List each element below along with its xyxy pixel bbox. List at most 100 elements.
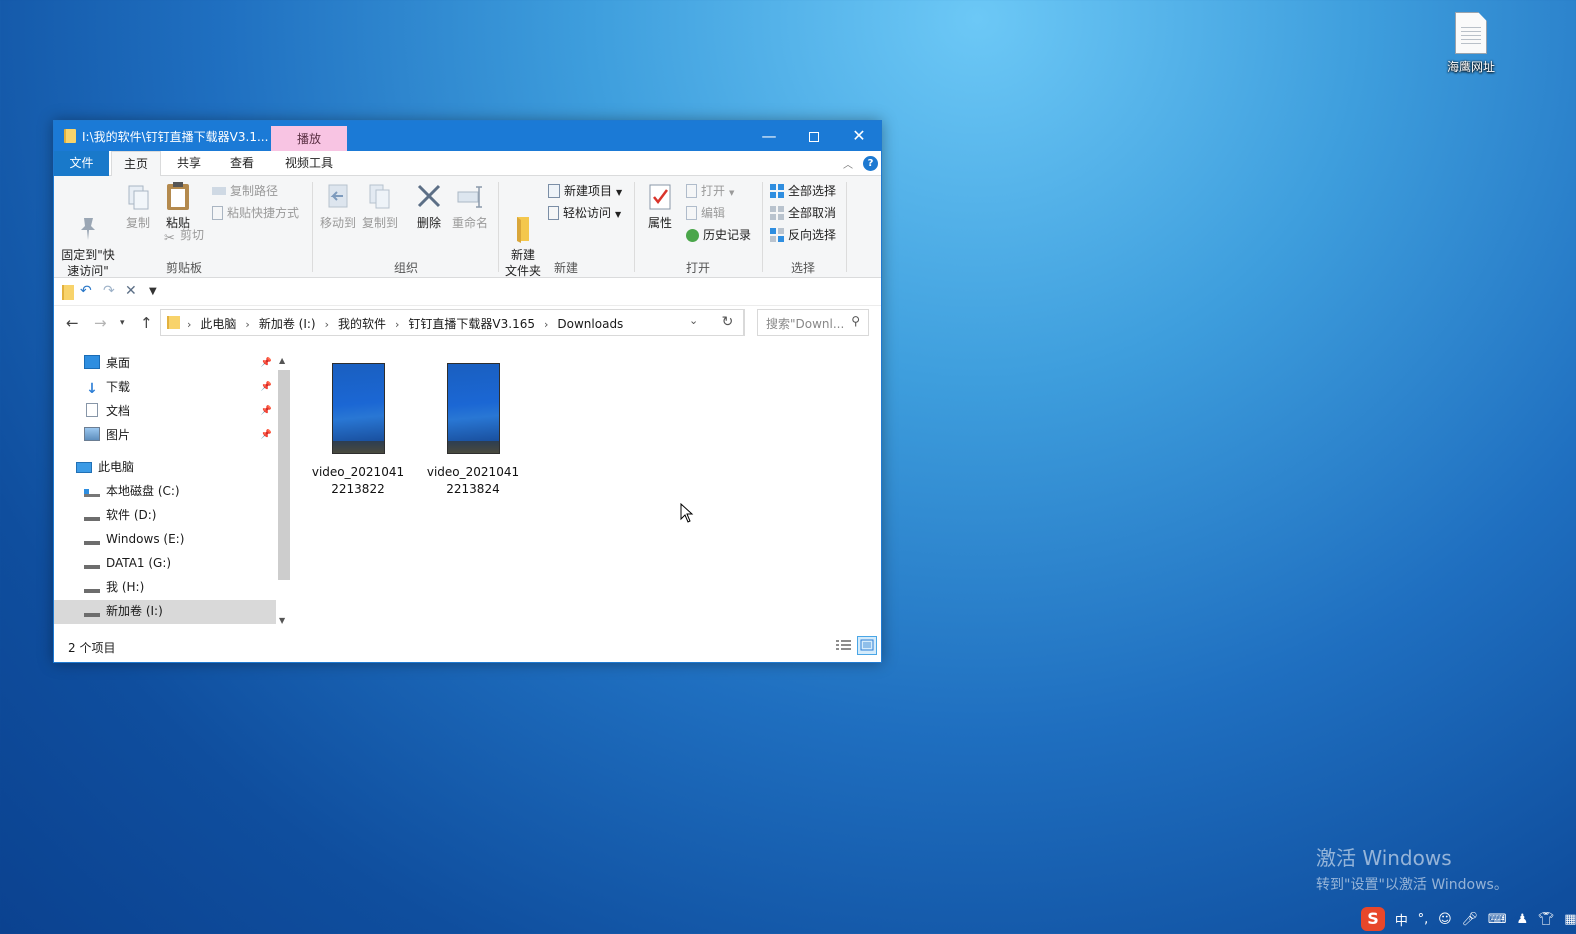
recent-locations-icon[interactable]: ▾: [120, 318, 125, 328]
tab-home[interactable]: 主页: [111, 151, 161, 177]
collapse-ribbon-icon[interactable]: ︿: [843, 156, 853, 171]
nav-item-desktop[interactable]: 桌面 📌: [84, 352, 272, 376]
breadcrumb-separator-icon[interactable]: ›: [187, 318, 191, 331]
move-to-button[interactable]: 移动到: [318, 182, 358, 231]
microphone-icon[interactable]: 🎤︎: [1462, 912, 1479, 927]
rename-button[interactable]: 重命名: [450, 182, 490, 231]
pin-icon[interactable]: 📌: [261, 424, 272, 446]
breadcrumb-this-pc[interactable]: 此电脑: [200, 317, 236, 331]
desktop-shortcut[interactable]: 海鹰网址: [1440, 10, 1502, 75]
group-label-select: 选择: [790, 261, 815, 275]
chevron-down-icon: ▼: [729, 189, 735, 197]
nav-item-downloads[interactable]: ↓ 下载 📌: [84, 376, 272, 400]
breadcrumb-drive[interactable]: 新加卷 (I:): [259, 317, 316, 331]
keyboard-icon[interactable]: ⌨: [1488, 912, 1507, 927]
pin-icon[interactable]: 📌: [261, 352, 272, 374]
pin-icon[interactable]: 📌: [261, 376, 272, 398]
pin-to-quick-access-button[interactable]: 固定到"快 速访问": [60, 182, 116, 279]
undo-icon[interactable]: ↶: [80, 283, 92, 299]
file-item[interactable]: video_2021041 2213824: [419, 363, 527, 498]
open-label: 打开: [701, 184, 726, 198]
paste-button[interactable]: 粘贴: [160, 180, 196, 231]
breadcrumb: › 此电脑 › 新加卷 (I:) › 我的软件 › 钉钉直播下载器V3.165 › Downloa…: [185, 315, 623, 332]
search-input[interactable]: 搜索"Downl... ⚲: [757, 309, 869, 336]
copy-to-button[interactable]: 复制到: [360, 182, 400, 231]
nav-item-drive-c[interactable]: 本地磁盘 (C:): [84, 480, 180, 504]
breadcrumb-separator-icon[interactable]: ›: [245, 318, 249, 331]
pin-icon[interactable]: 📌: [261, 400, 272, 422]
maximize-button[interactable]: [791, 121, 837, 151]
breadcrumb-separator-icon[interactable]: ›: [325, 318, 329, 331]
pictures-icon: [84, 427, 100, 441]
tab-file[interactable]: 文件: [54, 151, 109, 176]
minimize-button[interactable]: —: [746, 121, 792, 151]
edit-button[interactable]: 编辑: [686, 204, 725, 222]
nav-item-drive-g[interactable]: DATA1 (G:): [84, 552, 171, 576]
new-item-button[interactable]: 新建项目 ▼: [548, 182, 622, 200]
folder-icon[interactable]: [62, 285, 74, 300]
paste-shortcut-button[interactable]: 粘贴快捷方式: [212, 204, 299, 222]
refresh-button[interactable]: ↻: [711, 309, 745, 336]
breadcrumb-app-folder[interactable]: 钉钉直播下载器V3.165: [408, 317, 535, 331]
ime-language-toggle[interactable]: 中: [1395, 910, 1408, 929]
breadcrumb-downloads[interactable]: Downloads: [557, 317, 623, 331]
nav-item-network[interactable]: 网络: [84, 624, 130, 628]
file-item[interactable]: video_2021041 2213822: [304, 363, 412, 498]
scroll-up-icon[interactable]: ▲: [279, 356, 285, 365]
redo-icon[interactable]: ↷: [103, 283, 115, 299]
nav-item-pictures[interactable]: 图片 📌: [84, 424, 272, 448]
select-all-button[interactable]: 全部选择: [770, 182, 836, 200]
toolbox-icon[interactable]: 👕︎: [1538, 912, 1555, 927]
details-view-icon[interactable]: [835, 638, 853, 653]
address-bar[interactable]: › 此电脑 › 新加卷 (I:) › 我的软件 › 钉钉直播下载器V3.165 › Downloa…: [160, 309, 744, 336]
properties-button[interactable]: 属性: [642, 182, 678, 231]
drive-icon: [84, 609, 100, 617]
system-drive-icon: [84, 489, 100, 497]
address-history-dropdown-icon[interactable]: ⌄: [689, 314, 698, 327]
nav-item-drive-i[interactable]: 新加卷 (I:): [54, 600, 276, 624]
navigation-pane: 桌面 📌 ↓ 下载 📌 文档 📌 图片 📌 此电脑 本地磁盘 (C:) 软件 (…: [54, 342, 276, 628]
context-tab-play[interactable]: 播放: [271, 126, 347, 152]
copy-button[interactable]: 复制: [120, 182, 156, 231]
copy-path-button[interactable]: 复制路径: [212, 182, 278, 200]
easy-access-button[interactable]: 轻松访问 ▼: [548, 204, 621, 222]
watermark-title: 激活 Windows: [1316, 846, 1452, 870]
nav-item-drive-d[interactable]: 软件 (D:): [84, 504, 156, 528]
delete-icon[interactable]: ✕: [125, 283, 137, 299]
emoji-icon[interactable]: ☺: [1438, 912, 1452, 927]
delete-button[interactable]: 删除: [410, 182, 448, 231]
breadcrumb-separator-icon[interactable]: ›: [544, 318, 548, 331]
large-icons-view-icon[interactable]: [857, 636, 877, 655]
history-button[interactable]: 历史记录: [686, 226, 751, 244]
back-icon[interactable]: ←: [66, 314, 79, 332]
scroll-down-icon[interactable]: ▼: [279, 616, 285, 625]
nav-item-drive-h[interactable]: 我 (H:): [84, 576, 144, 600]
up-icon[interactable]: ↑: [140, 314, 153, 332]
close-button[interactable]: ✕: [836, 121, 882, 151]
customize-toolbar-icon[interactable]: ▼: [149, 286, 157, 297]
tab-view[interactable]: 查看: [217, 151, 267, 176]
new-item-label: 新建项目: [564, 184, 613, 198]
skin-icon[interactable]: ♟: [1516, 912, 1528, 927]
grid-menu-icon[interactable]: ▦: [1564, 912, 1576, 927]
tab-share[interactable]: 共享: [164, 151, 214, 176]
nav-pane-scrollbar[interactable]: ▲ ▼: [276, 354, 292, 630]
forward-icon[interactable]: →: [94, 314, 107, 332]
desktop-icon: [84, 355, 100, 369]
open-button[interactable]: 打开 ▼: [686, 182, 734, 200]
select-none-button[interactable]: 全部取消: [770, 204, 836, 222]
nav-item-this-pc[interactable]: 此电脑: [76, 456, 134, 480]
nav-item-drive-e[interactable]: Windows (E:): [84, 528, 184, 552]
cut-button[interactable]: ✂ 剪切: [164, 226, 204, 246]
breadcrumb-separator-icon[interactable]: ›: [395, 318, 399, 331]
breadcrumb-my-software[interactable]: 我的软件: [338, 317, 386, 331]
tab-video-tools[interactable]: 视频工具: [271, 151, 347, 176]
sogou-logo-icon[interactable]: S: [1361, 907, 1385, 931]
invert-selection-button[interactable]: 反向选择: [770, 226, 836, 244]
nav-item-documents[interactable]: 文档 📌: [84, 400, 272, 424]
help-icon[interactable]: ?: [863, 156, 878, 171]
computer-icon: [76, 462, 92, 473]
title-bar[interactable]: I:\我的软件\钉钉直播下载器V3.1... 播放 — ✕: [54, 121, 882, 152]
ime-punctuation-toggle[interactable]: °,: [1418, 912, 1429, 927]
scrollbar-thumb[interactable]: [278, 370, 290, 580]
